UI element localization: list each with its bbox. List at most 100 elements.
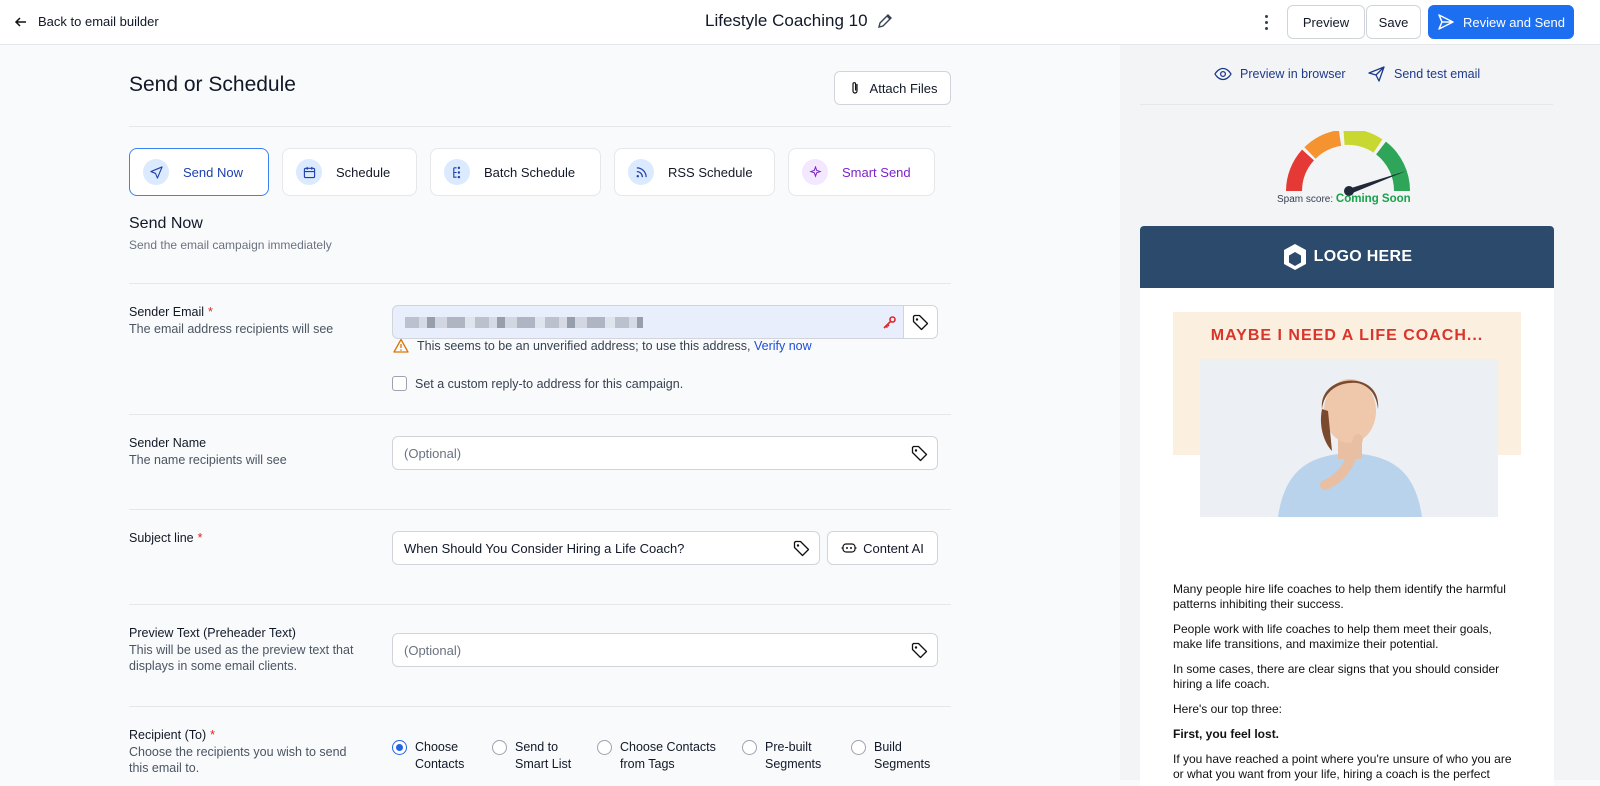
divider [129,414,951,415]
tab-smart-send[interactable]: Smart Send [788,148,935,196]
preview-in-browser-label: Preview in browser [1240,67,1346,81]
tab-label: Smart Send [842,164,911,180]
section-title: Send Now [129,215,203,232]
radio-button[interactable] [742,740,757,755]
content-ai-button[interactable]: Content AI [827,531,938,565]
rss-icon [628,159,654,185]
send-schedule-form: Send or Schedule Attach Files Send Now S… [0,45,1120,780]
unverified-warning: This seems to be an unverified address; … [393,338,812,354]
calendar-icon [296,159,322,185]
sender-email-label: Sender Email * [129,305,213,319]
sender-name-label: Sender Name [129,436,207,450]
sender-name-description: The name recipients will see [129,453,287,467]
campaign-title-text: Lifestyle Coaching 10 [705,11,868,30]
divider [1140,104,1553,105]
radio-send-to-smart-list[interactable]: Send to Smart List [492,739,571,773]
spam-score-gauge-icon [1286,131,1410,196]
batch-icon [444,159,470,185]
recipient-description: Choose the recipients you wish to send th… [129,745,347,775]
merge-tag-button[interactable] [903,306,937,338]
sender-email-field[interactable] [392,305,938,339]
content-ai-label: Content AI [863,540,924,556]
email-paragraph: Many people hire life coaches to help th… [1173,582,1506,611]
tag-icon[interactable] [793,540,810,557]
sender-name-placeholder: (Optional) [404,445,462,461]
divider [129,283,951,284]
tag-icon [912,314,929,331]
campaign-title: Lifestyle Coaching 10 [705,11,894,31]
robot-icon [841,543,857,553]
save-button[interactable]: Save [1366,5,1421,39]
preview-button[interactable]: Preview [1287,5,1365,39]
radio-choose-contacts[interactable]: Choose Contacts [392,739,464,773]
attach-files-button[interactable]: Attach Files [834,71,951,105]
tab-batch-schedule[interactable]: Batch Schedule [430,148,601,196]
email-paragraph: Here's our top three: [1173,702,1283,716]
back-to-builder-link[interactable]: Back to email builder [14,14,159,29]
tab-rss-schedule[interactable]: RSS Schedule [614,148,775,196]
radio-prebuilt-segments[interactable]: Pre-built Segments [742,739,821,773]
radio-button[interactable] [492,740,507,755]
divider [129,126,951,127]
pencil-icon[interactable] [876,12,894,30]
sender-email-description: The email address recipients will see [129,322,334,336]
send-test-email-label: Send test email [1394,67,1481,81]
spam-score-label: Spam score: [1277,194,1334,205]
subject-line-label: Subject line * [129,531,203,545]
divider [129,509,951,510]
radio-contacts-from-tags[interactable]: Choose Contacts from Tags [597,739,716,773]
page-title: Send or Schedule [129,73,296,96]
checkbox[interactable] [392,376,407,391]
subject-line-input[interactable]: When Should You Consider Hiring a Life C… [392,531,820,565]
send-test-email-link[interactable]: Send test email [1368,66,1480,82]
verify-now-link[interactable]: Verify now [754,339,812,353]
paperclip-icon [851,82,858,94]
radio-button[interactable] [851,740,866,755]
logo-icon [1283,244,1306,270]
tab-schedule[interactable]: Schedule [282,148,417,196]
hero-title: MAYBE I NEED A LIFE COACH... [1210,327,1484,344]
arrow-left-icon [14,16,26,27]
tab-label: Schedule [336,164,391,180]
send-icon [1368,66,1385,82]
review-and-send-button[interactable]: Review and Send [1428,5,1574,39]
spam-score-value: Coming Soon [1335,193,1411,205]
custom-reply-to-label: Set a custom reply-to address for this c… [415,376,684,391]
preview-text-placeholder: (Optional) [404,642,462,658]
email-paragraph: In some cases, there are clear signs tha… [1173,662,1500,691]
top-bar: Back to email builder Lifestyle Coaching… [0,0,1600,45]
spam-score: Spam score: Coming Soon [1277,193,1411,205]
warning-text: This seems to be an unverified address; … [417,339,751,353]
divider [129,706,951,707]
key-icon [883,316,896,329]
preview-in-browser-link[interactable]: Preview in browser [1214,66,1346,82]
preview-text-input[interactable]: (Optional) [392,633,938,667]
section-subtitle: Send the email campaign immediately [129,238,332,252]
email-paragraph: If you have reached a point where you're… [1173,752,1512,781]
tab-label: Batch Schedule [484,164,576,180]
tab-send-now[interactable]: Send Now [129,148,269,196]
preview-text-label: Preview Text (Preheader Text) [129,626,296,640]
sparkle-icon [802,159,828,185]
tag-icon[interactable] [911,445,928,462]
subject-line-value: When Should You Consider Hiring a Life C… [404,540,685,556]
eye-icon [1214,67,1232,81]
more-options-icon[interactable] [1256,12,1276,32]
back-label: Back to email builder [38,14,159,29]
radio-button[interactable] [392,740,407,755]
review-and-send-label: Review and Send [1463,14,1565,30]
redacted-email [405,317,643,328]
sender-name-input[interactable]: (Optional) [392,436,938,470]
warning-icon [393,338,409,353]
send-icon [143,159,169,185]
recipient-label: Recipient (To) * [129,728,215,742]
tab-label: Send Now [183,164,243,180]
radio-button[interactable] [597,740,612,755]
email-paragraph: People work with life coaches to help th… [1173,622,1492,651]
woman-thinking-photo [1200,359,1498,517]
custom-reply-to-checkbox[interactable]: Set a custom reply-to address for this c… [392,376,683,391]
tag-icon[interactable] [911,642,928,659]
email-header: LOGO HERE [1140,226,1554,288]
email-paragraph: First, you feel lost. [1173,727,1280,741]
radio-build-segments[interactable]: Build Segments [851,739,930,773]
